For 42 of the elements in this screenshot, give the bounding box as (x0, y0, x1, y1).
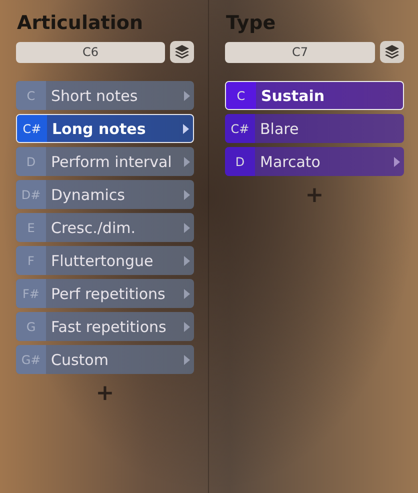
note-label: G (16, 312, 46, 341)
item-label: Fluttertongue (50, 252, 154, 270)
list-item[interactable]: E Cresc./dim. (16, 213, 194, 242)
list-item[interactable]: F# Perf repetitions (16, 279, 194, 308)
item-label: Short notes (50, 86, 139, 104)
note-label: G# (16, 345, 46, 374)
layers-icon[interactable] (170, 41, 194, 63)
item-label: Marcato (259, 152, 322, 170)
column-title: Articulation (17, 11, 144, 36)
item-label: Sustain (260, 86, 326, 104)
column-title: Type (226, 11, 277, 36)
note-label: D# (16, 180, 46, 209)
list-item[interactable]: F Fluttertongue (16, 246, 194, 275)
note-label: C# (17, 115, 47, 142)
list-item[interactable]: D Marcato (225, 147, 404, 176)
list-item[interactable]: G Fast repetitions (16, 312, 194, 341)
note-label: F (16, 246, 46, 275)
list-item[interactable]: C Short notes (16, 81, 194, 110)
note-label: C (226, 82, 256, 109)
list-item[interactable]: D Perform interval (16, 147, 194, 176)
list-item[interactable]: G# Custom (16, 345, 194, 374)
item-label: Cresc./dim. (50, 218, 136, 236)
list-item[interactable]: C# Long notes (16, 114, 194, 143)
item-label: Perf repetitions (50, 284, 166, 302)
range-field[interactable]: C7 (225, 42, 375, 62)
list-item[interactable]: C Sustain (225, 81, 404, 110)
note-label: D (16, 147, 46, 176)
note-label: C# (225, 114, 255, 143)
item-label: Long notes (51, 120, 147, 138)
item-label: Perform interval (50, 152, 173, 170)
layers-icon[interactable] (380, 41, 404, 63)
item-label: Custom (50, 350, 110, 368)
range-field[interactable]: C6 (16, 42, 165, 62)
note-label: C (16, 81, 46, 110)
note-label: E (16, 213, 46, 242)
note-label: F# (16, 279, 46, 308)
list-item[interactable]: D# Dynamics (16, 180, 194, 209)
note-label: D (225, 147, 255, 176)
item-label: Blare (259, 120, 300, 138)
item-label: Dynamics (50, 186, 126, 204)
list-item[interactable]: C# Blare (225, 114, 404, 143)
item-label: Fast repetitions (50, 318, 168, 336)
